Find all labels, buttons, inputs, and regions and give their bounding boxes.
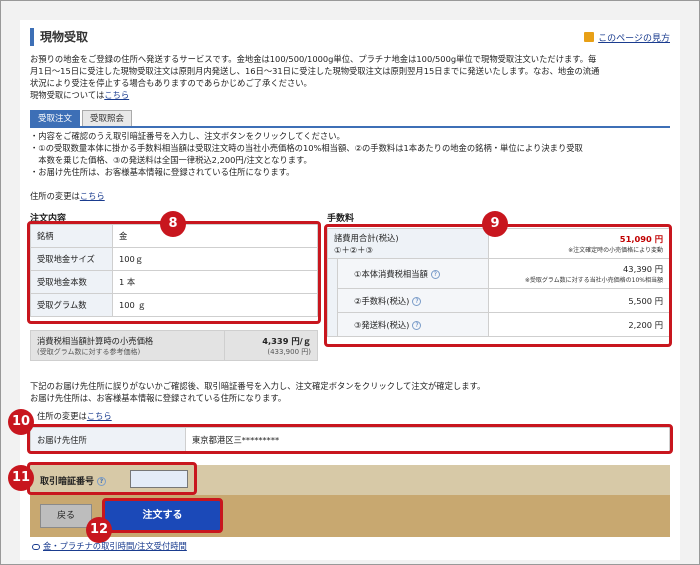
tab-underline [30,126,670,128]
highlight-frame-12 [102,498,223,533]
address-change-link-2[interactable]: こちら [87,411,112,421]
back-button[interactable]: 戻る [40,504,92,528]
intro-line-2: 月1日～15日に受注した現物受取注文は原則月内発送し、16日～31日に受注した現… [30,66,600,76]
trading-hours-link[interactable]: 金・プラチナの取引時間/注文受付時間 [32,540,187,552]
step-badge-10: 10 [8,409,34,435]
confirm-line-2: お届け先住所は、お客様基本情報に登録されている住所になります。 [30,393,287,403]
link-icon [32,543,40,550]
help-icon [584,32,595,42]
address-change-prefix: 住所の変更は [30,191,80,201]
address-change-text-2: 住所の変更はこちら [37,410,112,422]
page-title: 現物受取 [30,28,88,46]
intro-line-3: 状況により受注を停止する場合もありますのであらかじめご了承ください。 [30,78,312,88]
highlight-frame-11 [27,462,197,495]
address-change-link[interactable]: こちら [80,191,105,201]
intro-line-1: お預りの地金をご登録の住所へ発送するサービスです。金地金は100/500/100… [30,54,597,64]
step-badge-8: 8 [160,211,186,237]
retail-price-table: 消費税相当額計算時の小売価格 (受取グラム数に対する参考価格) 4,339 円/… [29,330,318,361]
highlight-frame-9 [324,224,672,347]
retail-value: 4,339 円/ｇ [262,335,311,346]
note-item: ・①の受取数量本体に掛かる手数料相当額は受取注文時の当社小売価格の10%相当額、… [30,143,583,153]
address-change-text: 住所の変更はこちら [30,190,105,202]
retail-value-cell: 4,339 円/ｇ (433,900 円) [224,330,318,361]
confirm-line-1: 下記のお届け先住所に誤りがないかご確認後、取引暗証番号を入力し、注文確定ボタンを… [30,381,486,391]
retail-sub-value: (433,900 円) [267,347,311,356]
notes-list: ・内容をご確認のうえ取引暗証番号を入力し、注文ボタンをクリックしてください。 ・… [30,130,670,178]
note-item: ・内容をご確認のうえ取引暗証番号を入力し、注文ボタンをクリックしてください。 [30,131,345,141]
help-link[interactable]: このページの見方 [584,31,670,44]
highlight-frame-10 [27,424,673,454]
retail-label-cell: 消費税相当額計算時の小売価格 (受取グラム数に対する参考価格) [29,330,226,361]
intro-line-4-prefix: 現物受取については [30,90,105,100]
intro-text: お預りの地金をご登録の住所へ発送するサービスです。金地金は100/500/100… [30,53,675,101]
intro-link[interactable]: こちら [104,90,129,100]
note-item: 本数を乗じた価格、③の発送料は全国一律税込2,200円/注文となります。 [30,155,312,165]
table-row: 消費税相当額計算時の小売価格 (受取グラム数に対する参考価格) 4,339 円/… [29,330,318,361]
retail-label: 消費税相当額計算時の小売価格 [37,335,154,346]
tab-bar: 受取注文 受取照会 [30,110,134,126]
retail-sub-label: (受取グラム数に対する参考価格) [37,347,141,356]
help-link-label: このページの見方 [598,34,670,44]
note-item: ・お届け先住所は、お客様基本情報に登録されている住所になります。 [30,167,295,177]
tab-inquiry[interactable]: 受取照会 [82,110,133,126]
fee-section-title: 手数料 [327,214,355,224]
trading-hours-link-label: 金・プラチナの取引時間/注文受付時間 [43,541,187,551]
confirm-text: 下記のお届け先住所に誤りがないかご確認後、取引暗証番号を入力し、注文確定ボタンを… [30,380,670,404]
step-badge-9: 9 [482,211,508,237]
address-change-prefix-2: 住所の変更は [37,411,87,421]
tab-order[interactable]: 受取注文 [30,110,81,126]
step-badge-11: 11 [8,465,34,491]
intro-line-4: 現物受取についてはこちら [30,89,675,101]
